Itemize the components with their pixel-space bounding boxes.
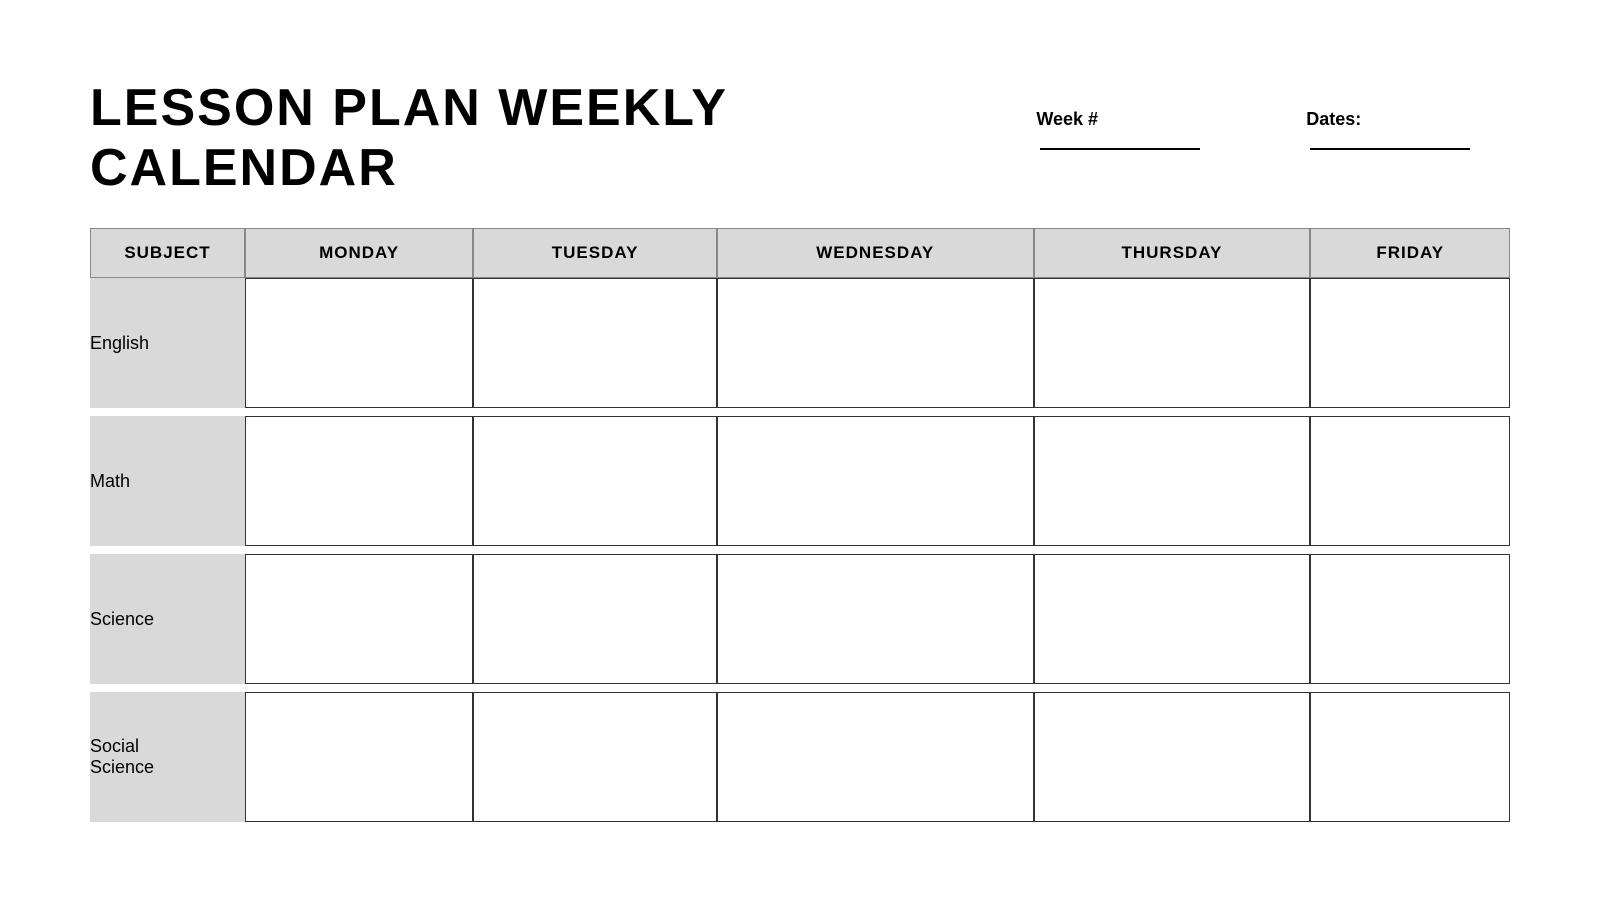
page: LESSON PLAN WEEKLY CALENDAR Week # Dates…: [40, 38, 1560, 862]
cell-english-monday[interactable]: [245, 278, 473, 408]
header: LESSON PLAN WEEKLY CALENDAR Week # Dates…: [90, 78, 1510, 198]
subject-cell-english: English: [90, 278, 245, 408]
cell-math-friday[interactable]: [1310, 416, 1510, 546]
cell-science-wednesday[interactable]: [717, 554, 1034, 684]
cell-english-friday[interactable]: [1310, 278, 1510, 408]
cell-math-thursday[interactable]: [1034, 416, 1311, 546]
spacer-row: [90, 546, 1510, 554]
cell-inner[interactable]: [245, 278, 473, 408]
spacer-row: [90, 408, 1510, 416]
cell-inner[interactable]: [473, 692, 717, 822]
cell-social-science-tuesday[interactable]: [473, 692, 717, 822]
table-row: Math: [90, 416, 1510, 546]
cell-inner[interactable]: [717, 692, 1034, 822]
col-tuesday-header: TUESDAY: [473, 228, 717, 278]
cell-science-monday[interactable]: [245, 554, 473, 684]
cell-english-wednesday[interactable]: [717, 278, 1034, 408]
week-label: Week #: [1036, 109, 1098, 129]
spacer-row: [90, 684, 1510, 692]
page-title: LESSON PLAN WEEKLY CALENDAR: [90, 78, 976, 198]
subject-cell-science: Science: [90, 554, 245, 684]
cell-inner[interactable]: [473, 554, 717, 684]
cell-social-science-monday[interactable]: [245, 692, 473, 822]
cell-social-science-wednesday[interactable]: [717, 692, 1034, 822]
col-friday-header: FRIDAY: [1310, 228, 1510, 278]
table-row: English: [90, 278, 1510, 408]
cell-inner[interactable]: [717, 554, 1034, 684]
dates-field[interactable]: Dates:: [1306, 109, 1510, 150]
table-row: Social Science: [90, 692, 1510, 822]
cell-inner[interactable]: [1310, 416, 1510, 546]
cell-inner[interactable]: [473, 278, 717, 408]
cell-inner[interactable]: [717, 278, 1034, 408]
cell-science-tuesday[interactable]: [473, 554, 717, 684]
col-subject-header: SUBJECT: [90, 228, 245, 278]
cell-inner[interactable]: [245, 416, 473, 546]
col-monday-header: MONDAY: [245, 228, 473, 278]
col-thursday-header: THURSDAY: [1034, 228, 1311, 278]
cell-inner[interactable]: [473, 416, 717, 546]
dates-label: Dates:: [1306, 109, 1361, 129]
cell-math-monday[interactable]: [245, 416, 473, 546]
cell-english-thursday[interactable]: [1034, 278, 1311, 408]
week-line[interactable]: [1040, 130, 1200, 150]
col-wednesday-header: WEDNESDAY: [717, 228, 1034, 278]
cell-science-friday[interactable]: [1310, 554, 1510, 684]
week-field[interactable]: Week #: [1036, 109, 1246, 150]
header-fields: Week # Dates:: [1036, 109, 1510, 150]
cell-inner[interactable]: [1310, 692, 1510, 822]
cell-math-wednesday[interactable]: [717, 416, 1034, 546]
cell-inner[interactable]: [1310, 278, 1510, 408]
cell-inner[interactable]: [1034, 692, 1311, 822]
cell-inner[interactable]: [1034, 278, 1311, 408]
table-row: Science: [90, 554, 1510, 684]
cell-social-science-thursday[interactable]: [1034, 692, 1311, 822]
cell-inner[interactable]: [245, 554, 473, 684]
cell-inner[interactable]: [1034, 416, 1311, 546]
dates-line[interactable]: [1310, 130, 1470, 150]
table-header-row: SUBJECT MONDAY TUESDAY WEDNESDAY THURSDA…: [90, 228, 1510, 278]
subject-cell-social-science: Social Science: [90, 692, 245, 822]
cell-inner[interactable]: [717, 416, 1034, 546]
cell-english-tuesday[interactable]: [473, 278, 717, 408]
cell-science-thursday[interactable]: [1034, 554, 1311, 684]
cell-inner[interactable]: [245, 692, 473, 822]
cell-inner[interactable]: [1034, 554, 1311, 684]
cell-math-tuesday[interactable]: [473, 416, 717, 546]
cell-inner[interactable]: [1310, 554, 1510, 684]
subject-cell-math: Math: [90, 416, 245, 546]
calendar-table: SUBJECT MONDAY TUESDAY WEDNESDAY THURSDA…: [90, 228, 1510, 822]
cell-social-science-friday[interactable]: [1310, 692, 1510, 822]
